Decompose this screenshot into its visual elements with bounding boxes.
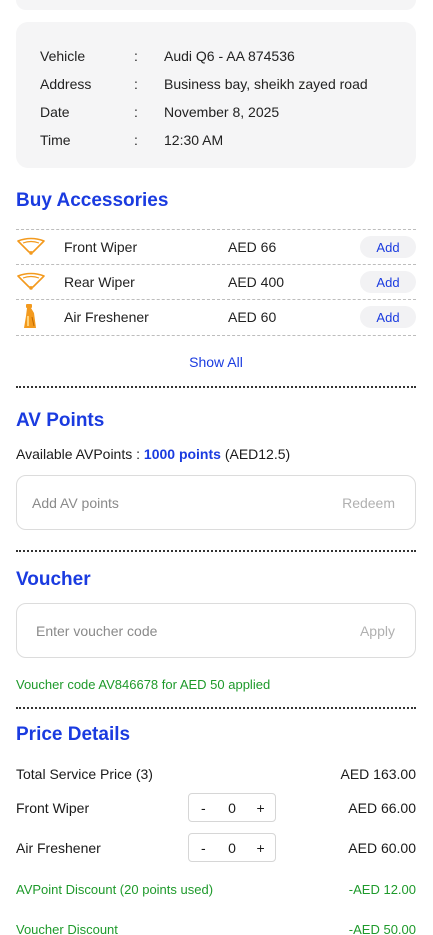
- available-points: Available AVPoints : 1000 points (AED12.…: [16, 446, 290, 462]
- booking-value: 12:30 AM: [164, 132, 224, 148]
- section-divider: [16, 707, 416, 709]
- decrement-button[interactable]: -: [191, 840, 215, 856]
- voucher-applied-message: Voucher code AV846678 for AED 50 applied: [16, 677, 271, 692]
- av-points-input[interactable]: Add AV points Redeem: [16, 475, 416, 530]
- booking-separator: :: [134, 48, 138, 64]
- accessory-price: AED 60: [228, 309, 277, 325]
- av-discount-row: AVPoint Discount (20 points used) -AED 1…: [16, 879, 416, 899]
- total-service-price-row: Total Service Price (3) AED 163.00: [16, 764, 416, 784]
- booking-label: Time: [40, 132, 71, 148]
- wiper-icon: [16, 237, 52, 257]
- divider: [16, 335, 416, 336]
- booking-row-time: Time : 12:30 AM: [16, 126, 416, 154]
- accessory-item: Front Wiper AED 66 Add: [16, 230, 416, 264]
- voucher-input[interactable]: Enter voucher code Apply: [16, 603, 416, 658]
- previous-card: [16, 0, 416, 10]
- price-item-value: AED 60.00: [348, 840, 416, 856]
- section-divider: [16, 386, 416, 388]
- booking-value: Business bay, sheikh zayed road: [164, 76, 368, 92]
- accessory-name: Rear Wiper: [64, 274, 135, 290]
- wiper-icon: [16, 272, 52, 292]
- total-value: AED 163.00: [340, 766, 417, 782]
- add-front-wiper-button[interactable]: Add: [360, 236, 416, 258]
- accessory-name: Front Wiper: [64, 239, 138, 255]
- booking-separator: :: [134, 76, 138, 92]
- voucher-placeholder: Enter voucher code: [36, 622, 158, 639]
- quantity-value: 0: [228, 799, 236, 816]
- voucher-discount-row: Voucher Discount -AED 50.00: [16, 919, 416, 935]
- add-rear-wiper-button[interactable]: Add: [360, 271, 416, 293]
- accessory-price: AED 66: [228, 239, 277, 255]
- booking-label: Vehicle: [40, 48, 86, 64]
- accessory-price: AED 400: [228, 274, 285, 290]
- booking-row-address: Address : Business bay, sheikh zayed roa…: [16, 70, 416, 98]
- air-freshener-icon: [16, 304, 52, 330]
- booking-label: Date: [40, 104, 70, 120]
- quantity-value: 0: [228, 839, 236, 856]
- available-points-label: Available AVPoints :: [16, 446, 144, 462]
- section-divider: [16, 550, 416, 552]
- accessory-item: Air Freshener AED 60 Add: [16, 300, 416, 334]
- add-air-freshener-button[interactable]: Add: [360, 306, 416, 328]
- price-item-label: Air Freshener: [16, 840, 101, 856]
- av-points-title: AV Points: [16, 410, 105, 431]
- voucher-discount-label: Voucher Discount: [16, 921, 118, 935]
- booking-separator: :: [134, 132, 138, 148]
- booking-summary-card: Vehicle : Audi Q6 - AA 874536 Address : …: [16, 22, 416, 168]
- quantity-stepper: - 0 +: [188, 793, 276, 822]
- redeem-button[interactable]: Redeem: [342, 495, 395, 511]
- accessory-item: Rear Wiper AED 400 Add: [16, 265, 416, 299]
- price-item-value: AED 66.00: [348, 800, 416, 816]
- booking-row-date: Date : November 8, 2025: [16, 98, 416, 126]
- increment-button[interactable]: +: [249, 800, 273, 816]
- apply-button[interactable]: Apply: [360, 623, 395, 639]
- decrement-button[interactable]: -: [191, 800, 215, 816]
- voucher-title: Voucher: [16, 569, 91, 590]
- av-discount-value: -AED 12.00: [348, 881, 416, 897]
- price-details-title: Price Details: [16, 724, 131, 745]
- booking-label: Address: [40, 76, 92, 92]
- booking-row-vehicle: Vehicle : Audi Q6 - AA 874536: [16, 42, 416, 70]
- increment-button[interactable]: +: [249, 840, 273, 856]
- voucher-discount-value: -AED 50.00: [348, 921, 416, 935]
- points-aed: (AED12.5): [220, 446, 291, 462]
- booking-separator: :: [134, 104, 138, 120]
- show-all-link[interactable]: Show All: [16, 354, 416, 370]
- av-points-placeholder: Add AV points: [32, 494, 119, 511]
- accessories-title: Buy Accessories: [16, 190, 169, 211]
- av-discount-label: AVPoint Discount (20 points used): [16, 881, 214, 897]
- total-label: Total Service Price (3): [16, 766, 153, 782]
- accessory-name: Air Freshener: [64, 309, 149, 325]
- booking-value: Audi Q6 - AA 874536: [164, 48, 295, 64]
- points-count: 1000 points: [143, 446, 221, 462]
- quantity-stepper: - 0 +: [188, 833, 276, 862]
- booking-value: November 8, 2025: [164, 104, 280, 120]
- price-item-label: Front Wiper: [16, 800, 90, 816]
